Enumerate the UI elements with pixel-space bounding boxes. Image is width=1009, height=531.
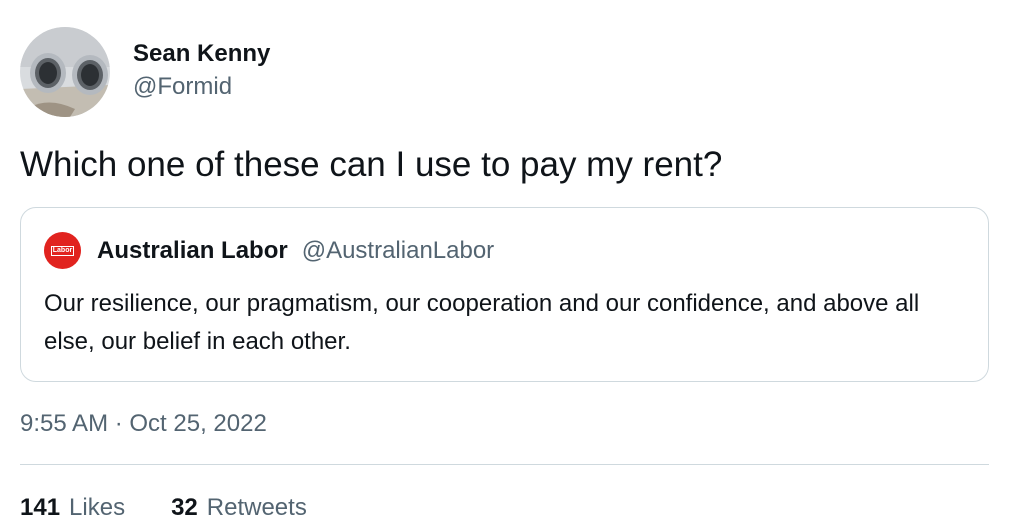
labor-logo-icon: Labor — [50, 245, 75, 256]
quoted-tweet[interactable]: Labor Australian Labor @AustralianLabor … — [20, 207, 989, 382]
quoted-handle: @AustralianLabor — [301, 236, 495, 264]
quoted-tweet-header: Labor Australian Labor @AustralianLabor — [44, 232, 494, 269]
retweets-count: 32 — [171, 494, 198, 521]
retweets-stat[interactable]: 32 Retweets — [171, 493, 307, 523]
quoted-avatar: Labor — [44, 232, 81, 269]
likes-stat[interactable]: 141 Likes — [20, 493, 125, 523]
retweets-label: Retweets — [206, 494, 307, 521]
tweet-text: Which one of these can I use to pay my r… — [20, 145, 723, 184]
tweet-timestamp[interactable]: 9:55 AM · Oct 25, 2022 — [20, 409, 267, 439]
quoted-display-name: Australian Labor — [97, 236, 288, 264]
tweet-header: Sean Kenny @Formid — [20, 27, 270, 117]
tweet-stats: 141 Likes 32 Retweets — [20, 493, 353, 523]
divider — [20, 464, 989, 465]
avatar[interactable] — [20, 27, 110, 117]
avatar-image — [20, 27, 110, 117]
quoted-tweet-text: Our resilience, our pragmatism, our coop… — [44, 290, 920, 355]
author-display-name[interactable]: Sean Kenny — [133, 38, 270, 70]
likes-label: Likes — [69, 494, 126, 521]
tweet-card: Sean Kenny @Formid Which one of these ca… — [0, 0, 1009, 531]
likes-count: 141 — [20, 494, 61, 521]
author-handle[interactable]: @Formid — [133, 70, 270, 104]
author-names: Sean Kenny @Formid — [133, 38, 270, 104]
